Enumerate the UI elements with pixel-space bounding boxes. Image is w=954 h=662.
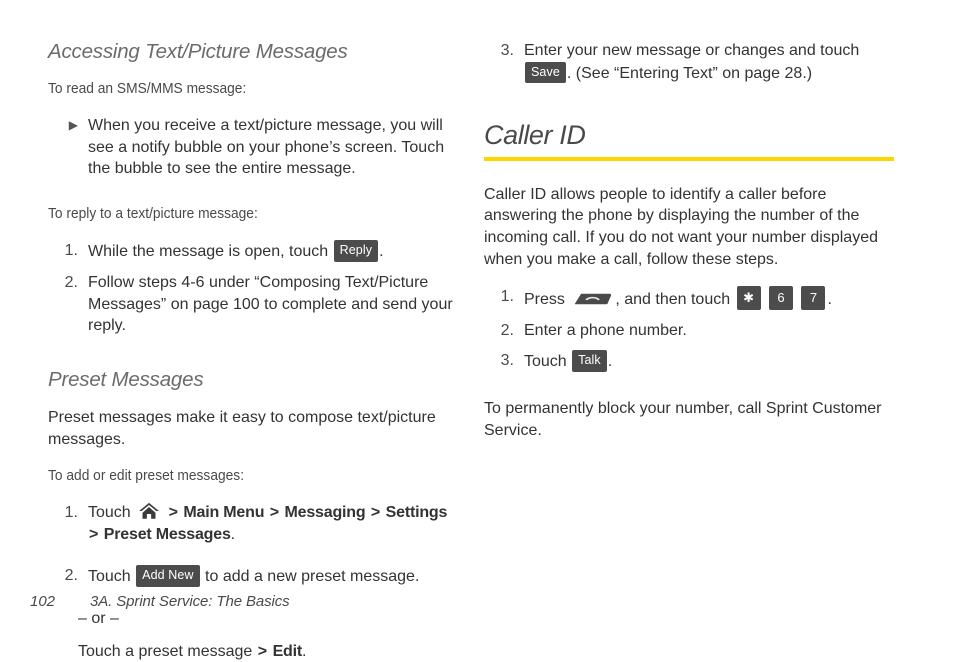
list-marker: 1.	[500, 288, 514, 306]
home-icon[interactable]	[138, 502, 160, 520]
edit-line-text: Touch a preset message	[78, 642, 253, 660]
keypad-key-7[interactable]: 7	[801, 286, 826, 311]
list-item-text: Touch Talk.	[524, 350, 894, 373]
left-column: Accessing Text/Picture Messages To read …	[48, 40, 458, 662]
list-item-text: Enter your new message or changes and to…	[524, 40, 894, 84]
step-text-tail: .	[827, 291, 832, 309]
add-new-button-chip[interactable]: Add New	[136, 565, 200, 587]
caller-id-intro: Caller ID allows people to identify a ca…	[484, 185, 878, 268]
list-item: 3. Touch Talk.	[484, 350, 894, 373]
list-item-text: Enter a phone number.	[524, 321, 687, 339]
list-item: 1. Press , and then touch ✱ 6 7.	[484, 286, 894, 311]
nav-label-main-menu[interactable]: Main Menu	[183, 504, 264, 521]
nav-label-settings[interactable]: Settings	[386, 504, 448, 521]
list-marker: 1.	[64, 504, 78, 522]
nav-separator: >	[269, 504, 280, 522]
right-column: 3. Enter your new message or changes and…	[484, 40, 894, 441]
lead-in-reply-message: To reply to a text/picture message:	[48, 205, 258, 222]
list-marker: 3.	[500, 42, 514, 59]
nav-separator: >	[168, 504, 178, 522]
talk-button-chip[interactable]: Talk	[572, 350, 607, 372]
footer-chapter-title: 3A. Sprint Service: The Basics	[90, 593, 290, 610]
list-item-text: While the message is open, touch Reply.	[88, 240, 458, 263]
section-heading-preset-messages: Preset Messages	[48, 367, 204, 391]
list-item: ▶ When you receive a text/picture messag…	[48, 115, 458, 180]
keypad-key-6[interactable]: 6	[769, 286, 794, 311]
page-footer: 102 3A. Sprint Service: The Basics	[30, 593, 290, 610]
nav-label-messaging[interactable]: Messaging	[285, 504, 366, 521]
step-text-tail: .	[379, 243, 384, 261]
document-page: Accessing Text/Picture Messages To read …	[0, 0, 954, 660]
list-item: 1. Touch > Main Menu > Messaging > Setti…	[48, 502, 458, 545]
list-marker: 1.	[64, 242, 78, 260]
step-text-tail: .	[607, 353, 613, 371]
edit-line-tail: .	[302, 642, 307, 660]
footer-page-number: 102	[30, 593, 56, 610]
list-item: 2. Follow steps 4-6 under “Composing Tex…	[48, 272, 458, 337]
step-text-tail: to add a new preset message.	[205, 568, 420, 586]
nav-separator: >	[257, 642, 268, 660]
step-text: Touch	[88, 568, 131, 586]
list-item-text: Follow steps 4-6 under “Composing Text/P…	[88, 274, 453, 335]
reply-button-chip[interactable]: Reply	[333, 240, 379, 262]
list-item: 1. While the message is open, touch Repl…	[48, 240, 458, 263]
list-item-text: Touch Add New to add a new preset messag…	[88, 565, 458, 588]
list-item-text: Press , and then touch ✱ 6 7.	[524, 286, 894, 311]
step-text-middle: , and then touch	[615, 291, 731, 309]
edit-preset-line: Touch a preset message > Edit.	[78, 641, 458, 662]
save-button-chip[interactable]: Save	[525, 61, 566, 84]
step-text-tail: . (See “Entering Text” on page 28.)	[566, 64, 813, 82]
nav-separator: >	[370, 504, 381, 522]
lead-in-read-message: To read an SMS/MMS message:	[48, 80, 247, 97]
list-item-text: Touch > Main Menu > Messaging > Settings…	[88, 502, 458, 545]
caller-id-closing-note: To permanently block your number, call S…	[484, 400, 882, 439]
section-heading-accessing-messages: Accessing Text/Picture Messages	[48, 40, 348, 63]
bullet-arrow-icon: ▶	[68, 118, 78, 133]
list-item: 2. Touch Add New to add a new preset mes…	[48, 565, 458, 588]
nav-label-edit[interactable]: Edit	[273, 643, 303, 660]
list-marker: 2.	[64, 567, 78, 585]
step-text-tail: .	[230, 525, 236, 543]
nav-separator: >	[89, 525, 99, 543]
page-title-caller-id: Caller ID	[484, 120, 586, 151]
keypad-key-star[interactable]: ✱	[736, 286, 761, 311]
list-item: 2. Enter a phone number.	[484, 320, 894, 342]
nav-label-preset-messages[interactable]: Preset Messages	[104, 526, 231, 543]
lead-in-add-edit-preset: To add or edit preset messages:	[48, 467, 245, 484]
list-item-text: When you receive a text/picture message,…	[88, 117, 445, 178]
step-text: While the message is open, touch	[88, 243, 329, 261]
step-text: Touch	[88, 504, 131, 522]
or-divider: – or –	[78, 609, 119, 627]
title-accent-rule	[484, 156, 894, 161]
step-text: Enter your new message or changes and to…	[524, 42, 860, 59]
list-marker: 2.	[500, 321, 514, 339]
list-item: 3. Enter your new message or changes and…	[484, 40, 894, 84]
step-text: Press	[524, 291, 565, 309]
list-marker: 2.	[64, 274, 78, 292]
step-text: Touch	[524, 353, 567, 371]
preset-messages-intro: Preset messages make it easy to compose …	[48, 409, 436, 448]
list-marker: 3.	[500, 352, 514, 370]
talk-key-icon[interactable]	[572, 290, 612, 308]
